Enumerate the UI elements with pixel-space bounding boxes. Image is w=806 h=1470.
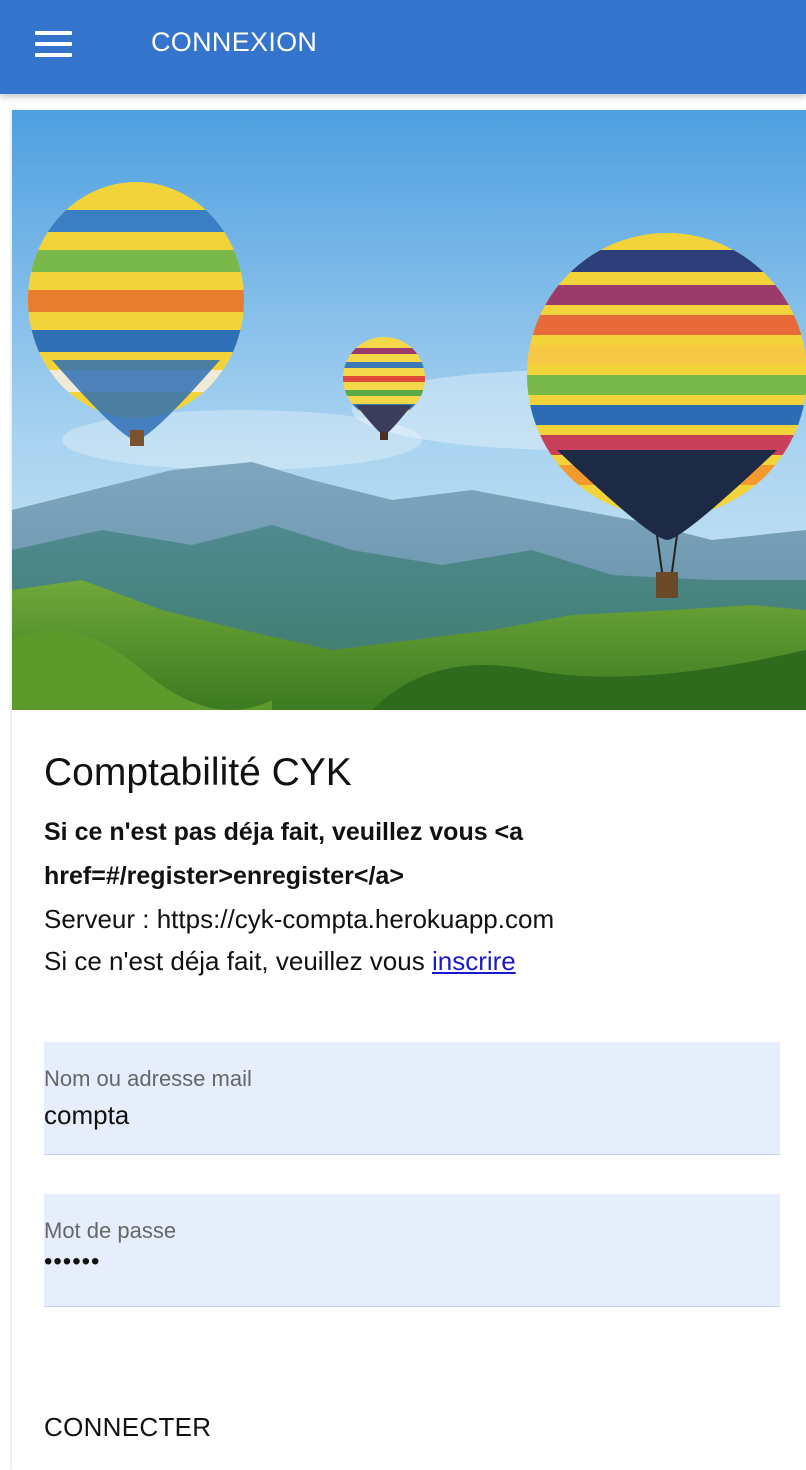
connect-button[interactable]: CONNECTER — [44, 1412, 211, 1443]
password-label: Mot de passe — [44, 1218, 177, 1243]
register-line: Si ce n'est déja fait, veuillez vous ins… — [44, 940, 780, 982]
hamburger-menu-icon[interactable] — [22, 20, 84, 68]
register-subtitle: Si ce n'est pas déja fait, veuillez vous… — [44, 818, 524, 890]
username-field[interactable]: Nom ou adresse mail compta — [44, 1042, 780, 1155]
username-label: Nom ou adresse mail — [44, 1066, 252, 1091]
page-title: CONNEXION — [151, 27, 318, 57]
register-link[interactable]: inscrire — [432, 946, 516, 976]
server-text: Serveur : https://cyk-compta.herokuapp.c… — [44, 904, 555, 934]
password-field[interactable]: Mot de passe •••••• — [44, 1194, 780, 1307]
intro-section: Comptabilité CYK Si ce n'est pas déja fa… — [44, 750, 780, 982]
register-prefix: Si ce n'est déja fait, veuillez vous — [44, 946, 432, 976]
app-title: Comptabilité CYK — [44, 751, 352, 794]
username-input[interactable]: compta — [44, 1100, 129, 1131]
hero-image — [12, 110, 806, 710]
app-bar: CONNEXION — [0, 0, 806, 94]
password-input[interactable]: •••••• — [44, 1248, 100, 1276]
